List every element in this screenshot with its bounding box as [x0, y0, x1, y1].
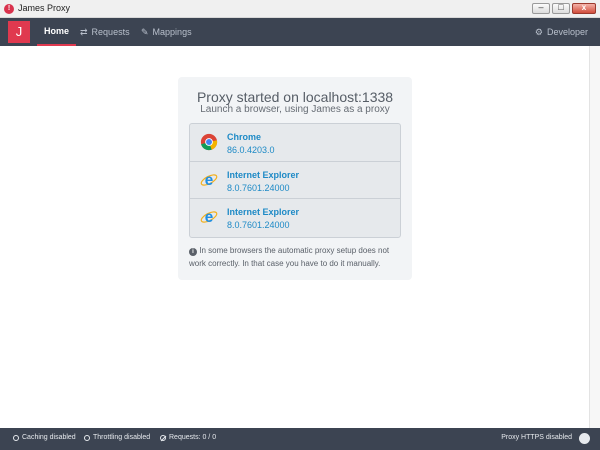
tab-requests[interactable]: ⇄ Requests [80, 18, 130, 46]
https-status[interactable]: Proxy HTTPS disabled [501, 434, 572, 441]
throttling-label: Throttling disabled [93, 434, 151, 441]
circle-icon [13, 434, 19, 441]
maximize-icon: □ [558, 2, 564, 12]
brand-logo[interactable]: J [8, 21, 30, 43]
browser-name: Internet Explorer [227, 169, 300, 180]
ban-icon [160, 434, 166, 441]
proxy-headline: Proxy started on localhost:1338 [196, 89, 394, 105]
browser-item-chrome[interactable]: Chrome 86.0.4203.0 [190, 124, 400, 162]
svg-text:e: e [205, 209, 214, 226]
chrome-icon [200, 133, 218, 151]
ie-icon: e [200, 209, 218, 226]
browser-item-ie-1[interactable]: e Internet Explorer 8.0.7601.24000 [190, 162, 400, 199]
tab-mappings[interactable]: ✎ Mappings [141, 18, 192, 46]
https-label: Proxy HTTPS disabled [501, 434, 572, 441]
svg-text:e: e [205, 171, 214, 188]
browser-version: 8.0.7601.24000 [227, 182, 290, 193]
proxy-panel: Proxy started on localhost:1338 Launch a… [178, 77, 412, 280]
tab-home-label: Home [44, 26, 70, 36]
browser-name: Chrome [227, 132, 262, 142]
gear-icon: ⚙ [534, 27, 543, 37]
close-icon: x [581, 3, 587, 12]
minimize-icon: – [538, 2, 544, 12]
app-icon: ! [4, 4, 14, 14]
developer-label: Developer [546, 27, 588, 37]
status-bar: Caching disabled Throttling disabled Req… [0, 428, 600, 450]
window-controls: – □ x [532, 2, 596, 14]
proxy-note-text: In some browsers the automatic proxy set… [189, 246, 390, 268]
window-titlebar: ! James Proxy – □ x [0, 0, 600, 18]
scrollbar[interactable] [589, 46, 600, 428]
throttling-status[interactable]: Throttling disabled [84, 434, 150, 441]
proxy-subline: Launch a browser, using James as a proxy [200, 104, 390, 115]
maximize-button[interactable]: □ [552, 2, 570, 14]
proxy-note: i In some browsers the automatic proxy s… [189, 244, 403, 270]
app-navbar: J Home ⇄ Requests ✎ Mappings ⚙ Developer [0, 18, 600, 46]
ie-icon: e [200, 171, 218, 188]
developer-button[interactable]: ⚙ Developer [535, 18, 588, 46]
browser-list: Chrome 86.0.4203.0 e Internet Explorer 8… [189, 123, 401, 238]
power-icon[interactable] [579, 433, 590, 444]
arrows-exchange-icon: ⇄ [80, 27, 88, 37]
browser-item-ie-2[interactable]: e Internet Explorer 8.0.7601.24000 [190, 199, 400, 237]
browser-name: Internet Explorer [227, 207, 300, 217]
minimize-button[interactable]: – [532, 2, 550, 14]
plug-icon: ✎ [141, 27, 149, 37]
tab-requests-label: Requests [91, 27, 130, 37]
caching-label: Caching disabled [22, 434, 76, 441]
caching-status[interactable]: Caching disabled [13, 434, 76, 441]
requests-label: Requests: 0 / 0 [169, 434, 217, 441]
close-button[interactable]: x [572, 3, 596, 14]
browser-version: 8.0.7601.24000 [227, 220, 290, 230]
browser-version: 86.0.4203.0 [227, 145, 275, 155]
window-title: James Proxy [18, 3, 71, 13]
circle-icon [84, 434, 90, 441]
requests-status[interactable]: Requests: 0 / 0 [160, 434, 216, 441]
tab-home[interactable]: Home [37, 18, 77, 46]
tab-mappings-label: Mappings [152, 27, 192, 37]
info-icon: i [189, 248, 197, 256]
